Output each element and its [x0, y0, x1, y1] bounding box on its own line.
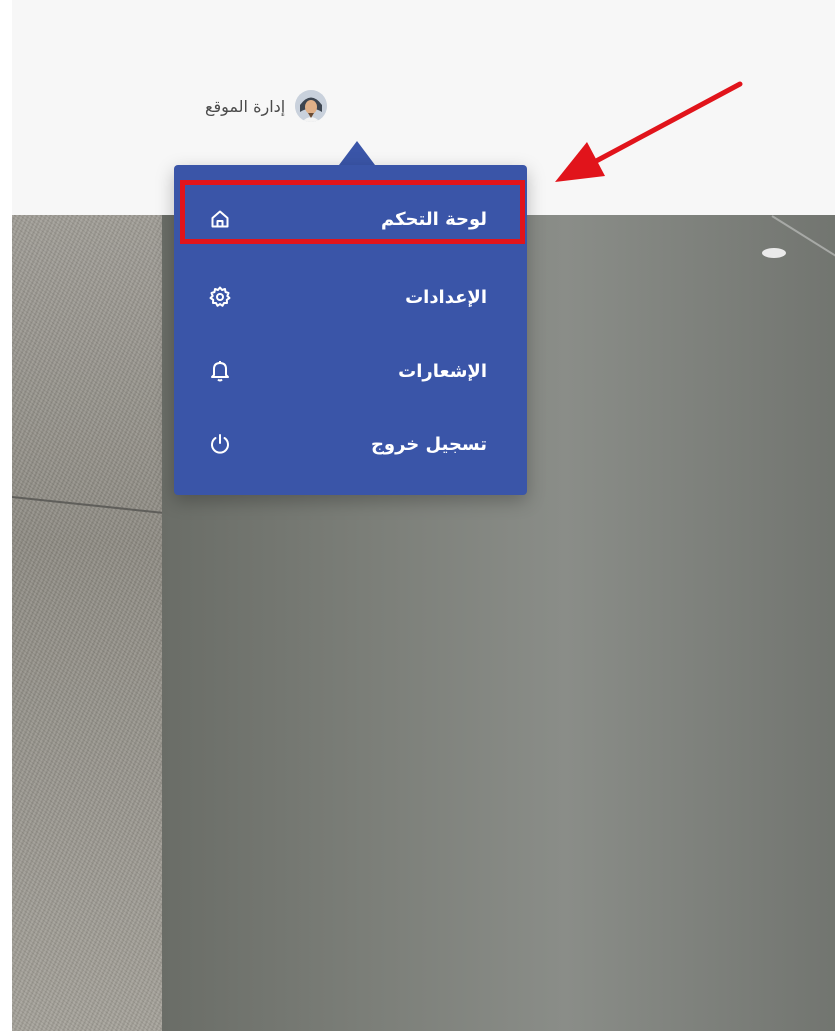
user-name-label: إدارة الموقع [205, 96, 286, 116]
menu-item-notifications[interactable]: الإشعارات [174, 347, 527, 395]
menu-item-label: الإعدادات [405, 286, 487, 308]
power-icon [208, 432, 232, 456]
hero-ceiling-light [762, 248, 786, 258]
user-dropdown-menu: لوحة التحكم الإعدادات الإشعارات تسجيل خر… [174, 165, 527, 495]
menu-item-logout[interactable]: تسجيل خروج [174, 420, 527, 468]
menu-item-settings[interactable]: الإعدادات [174, 273, 527, 321]
menu-item-label: الإشعارات [398, 360, 487, 382]
menu-item-label: لوحة التحكم [380, 208, 487, 230]
bell-icon [208, 359, 232, 383]
menu-item-label: تسجيل خروج [370, 433, 487, 455]
gear-icon [208, 285, 232, 309]
hero-stone-wall [12, 215, 172, 1031]
menu-item-dashboard[interactable]: لوحة التحكم [174, 195, 527, 243]
user-menu-toggle[interactable]: إدارة الموقع [205, 87, 328, 125]
dropdown-caret [339, 141, 375, 165]
home-icon [208, 207, 232, 231]
user-avatar-icon [295, 90, 328, 122]
page-left-margin [0, 0, 12, 1031]
